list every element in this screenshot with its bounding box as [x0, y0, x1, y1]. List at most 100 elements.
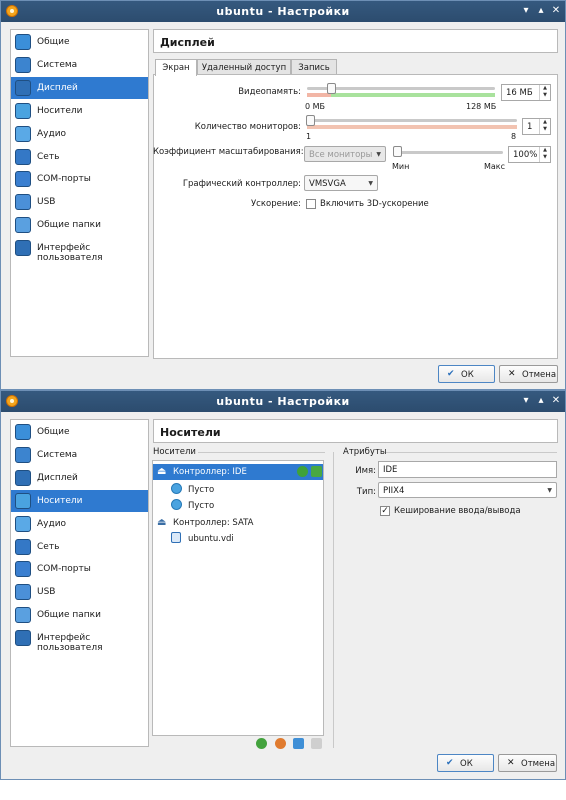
monitor-count-range: [307, 125, 517, 129]
controller-name-field[interactable]: IDE: [378, 461, 557, 478]
add-hard-disk-icon[interactable]: [311, 466, 322, 477]
tree-disk-ubuntu-vdi[interactable]: ubuntu.vdi: [171, 531, 321, 547]
monitor-count-max: 8: [511, 132, 517, 141]
settings-window-display: ubuntu - Настройки ▾ ▴ ✕ Общие Система Дис…: [0, 0, 566, 390]
sidebar-item[interactable]: Дисплей: [11, 76, 148, 99]
network-icon: [15, 148, 31, 165]
sidebar-item-label: Аудио: [37, 518, 67, 529]
sidebar-item[interactable]: COM-порты: [11, 558, 148, 580]
video-memory-value: 16 МБ: [506, 88, 533, 98]
cancel-button[interactable]: ✕ Отмена: [498, 754, 557, 772]
sidebar-item[interactable]: Носители: [11, 489, 148, 512]
scale-factor-slider[interactable]: [393, 151, 503, 154]
sidebar-item[interactable]: Носители: [11, 100, 148, 122]
close-icon[interactable]: ✕: [549, 4, 563, 18]
attributes-title: Атрибуты: [343, 447, 387, 457]
sidebar-item-label: Интерфейс пользователя: [37, 633, 103, 654]
tree-controller-sata[interactable]: ⏏ Контроллер: SATA: [153, 515, 323, 531]
sidebar-item[interactable]: Аудио: [11, 513, 148, 535]
sidebar-item[interactable]: Система: [11, 444, 148, 466]
minimize-icon[interactable]: ▾: [519, 394, 533, 408]
spin-arrows-icon[interactable]: ▲ ▼: [539, 85, 550, 100]
sidebar-item[interactable]: Дисплей: [11, 467, 148, 489]
network-icon: [15, 538, 31, 555]
scale-monitor-combo: Все мониторы ▼: [304, 146, 386, 162]
display-icon: [15, 79, 31, 96]
tree-item-label: Пусто: [188, 485, 215, 495]
check-icon: ✔: [447, 369, 455, 379]
tree-item-label: Пусто: [188, 501, 215, 511]
sidebar-item[interactable]: COM-порты: [11, 168, 148, 190]
audio-icon: [15, 515, 31, 532]
sidebar-item[interactable]: Интерфейс пользователя: [11, 627, 148, 653]
sidebar-item[interactable]: Общие: [11, 421, 148, 443]
add-optical-drive-icon[interactable]: [297, 466, 308, 477]
sidebar-item-label: Аудио: [37, 128, 67, 139]
page-title: Носители: [160, 426, 221, 439]
chevron-down-icon: ▼: [368, 180, 373, 187]
sidebar-item[interactable]: USB: [11, 581, 148, 603]
cancel-label: Отмена: [521, 759, 556, 769]
optical-disc-icon: [171, 499, 182, 510]
user-interface-icon: [15, 240, 31, 257]
chevron-down-icon: ▼: [376, 151, 381, 158]
ok-button[interactable]: ✔ ОК: [438, 365, 495, 383]
sidebar-item[interactable]: Сеть: [11, 146, 148, 168]
cancel-button[interactable]: ✕ Отмена: [499, 365, 558, 383]
sidebar-item-label: Дисплей: [37, 82, 78, 93]
io-cache-label[interactable]: Кеширование ввода/вывода: [394, 506, 521, 516]
minimize-icon[interactable]: ▾: [519, 4, 533, 18]
video-memory-max: 128 МБ: [466, 102, 497, 111]
scale-factor-spinbox[interactable]: 100% ▲ ▼: [508, 146, 551, 163]
sidebar-item[interactable]: Общие папки: [11, 214, 148, 236]
type-label: Тип:: [356, 487, 376, 497]
monitor-count-handle[interactable]: [306, 115, 315, 126]
monitor-count-slider[interactable]: [307, 119, 517, 122]
remove-controller-icon[interactable]: [275, 738, 286, 749]
controller-type-value: PIIX4: [383, 486, 405, 496]
close-icon[interactable]: ✕: [549, 394, 563, 408]
sidebar-item[interactable]: USB: [11, 191, 148, 213]
shared-folders-icon: [15, 217, 31, 234]
sidebar-item-label: Общие: [37, 37, 70, 47]
check-icon: ✔: [446, 758, 454, 768]
controller-icon: ⏏: [157, 517, 167, 528]
tree-controller-ide[interactable]: ⏏ Контроллер: IDE: [153, 464, 323, 480]
tab-screen[interactable]: Экран: [155, 59, 197, 76]
name-label: Имя:: [355, 466, 376, 476]
controller-type-combo[interactable]: PIIX4 ▼: [378, 482, 557, 498]
spin-arrows-icon[interactable]: ▲ ▼: [539, 119, 550, 134]
sidebar-item-label: Сеть: [37, 541, 60, 552]
maximize-icon[interactable]: ▴: [534, 394, 548, 408]
sidebar-item[interactable]: Сеть: [11, 536, 148, 558]
sidebar-item[interactable]: Система: [11, 54, 148, 76]
sidebar-item[interactable]: Аудио: [11, 123, 148, 145]
usb-icon: [15, 194, 31, 211]
page-title: Дисплей: [160, 36, 215, 49]
storage-tree[interactable]: ⏏ Контроллер: IDE Пусто Пусто ⏏ Контролл…: [152, 460, 324, 736]
sidebar-item-label: Сеть: [37, 151, 60, 162]
tree-optical-empty-2[interactable]: Пусто: [171, 498, 321, 514]
maximize-icon[interactable]: ▴: [534, 4, 548, 18]
title-bar[interactable]: ubuntu - Настройки ▾ ▴ ✕: [1, 1, 565, 22]
sidebar-item[interactable]: Общие папки: [11, 604, 148, 626]
monitor-count-spinbox[interactable]: 1 ▲ ▼: [522, 118, 551, 135]
sidebar-item[interactable]: Интерфейс пользователя: [11, 237, 148, 263]
spin-arrows-icon[interactable]: ▲ ▼: [539, 147, 550, 162]
3d-acceleration-label[interactable]: Включить 3D-ускорение: [320, 199, 429, 209]
sidebar-item[interactable]: Общие: [11, 31, 148, 53]
video-memory-handle[interactable]: [327, 83, 336, 94]
add-attachment-icon[interactable]: [293, 738, 304, 749]
sidebar-item-label: COM-порты: [37, 564, 91, 575]
video-memory-min: 0 МБ: [305, 102, 326, 111]
add-controller-icon[interactable]: [256, 738, 267, 749]
ok-button[interactable]: ✔ ОК: [437, 754, 494, 772]
video-memory-spinbox[interactable]: 16 МБ ▲ ▼: [501, 84, 551, 101]
sidebar-item-label: Система: [37, 449, 78, 460]
graphics-controller-combo[interactable]: VMSVGA ▼: [304, 175, 378, 191]
title-bar[interactable]: ubuntu - Настройки ▾ ▴ ✕: [1, 391, 565, 412]
scale-factor-handle[interactable]: [393, 146, 402, 157]
io-cache-checkbox[interactable]: ✓: [380, 506, 390, 516]
tree-optical-empty-1[interactable]: Пусто: [171, 482, 321, 498]
3d-acceleration-checkbox[interactable]: [306, 199, 316, 209]
